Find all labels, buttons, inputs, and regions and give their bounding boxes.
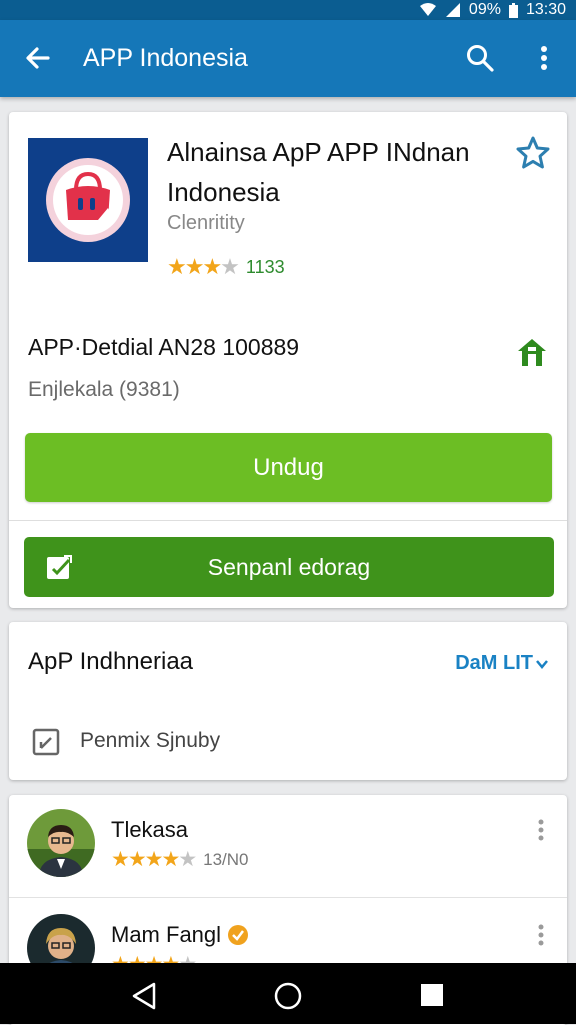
section-title: ApP Indhneriaa — [28, 648, 194, 675]
app-logo — [28, 138, 148, 262]
rating-stars: ★★★★★ — [111, 848, 197, 871]
secondary-action-label: Senpanl edorag — [207, 553, 371, 580]
section-item-label[interactable]: Penmix Sjnuby — [80, 729, 220, 753]
search-icon[interactable] — [464, 42, 496, 74]
app-rating: ★★★★ 1133 — [167, 254, 285, 280]
chevron-down-icon — [536, 659, 548, 669]
section-link-label: DaM LIT — [455, 652, 533, 674]
arrow-left-icon[interactable] — [22, 42, 54, 74]
page-title: APP Indonesia — [83, 44, 248, 72]
shopping-bag-icon — [46, 158, 130, 242]
permission-icon — [32, 728, 60, 756]
battery-percent: 09% — [468, 1, 501, 18]
more-vert-icon[interactable] — [531, 922, 551, 948]
more-vert-icon[interactable] — [528, 42, 560, 74]
system-nav-bar — [0, 963, 576, 1024]
wifi-icon — [419, 3, 436, 16]
download-button[interactable]: Undug — [25, 433, 552, 502]
avatar — [27, 809, 95, 877]
review-item[interactable]: Tlekasa ★★★★★ 13/N0 — [9, 795, 567, 899]
app-detail-sub: Enjlekala (9381) — [28, 378, 180, 401]
section-more-link[interactable]: DaM LIT — [455, 652, 549, 675]
clock: 13:30 — [525, 1, 566, 18]
app-detail-line: APP·Detdial AN28 100889 — [28, 334, 300, 360]
reviewer-name: Mam Fangl — [111, 922, 249, 948]
review-rating: ★★★★★ 13/N0 — [111, 847, 249, 872]
home-icon[interactable] — [514, 334, 550, 370]
rating-count: 1133 — [245, 256, 285, 277]
app-category: Clenritity — [167, 212, 245, 234]
app-name: Alnainsa ApP APP INdnan Indonesia — [167, 137, 470, 207]
reviewer-name: Tlekasa — [111, 817, 188, 843]
nav-back-icon[interactable] — [128, 981, 160, 1011]
app-bar: APP Indonesia — [0, 20, 576, 97]
favorite-star-icon[interactable] — [514, 134, 552, 172]
battery-icon — [508, 2, 518, 18]
signal-icon — [445, 3, 460, 17]
divider — [9, 897, 567, 898]
review-count: 13/N0 — [203, 849, 249, 869]
reviewer-name-text: Mam Fangl — [111, 922, 222, 947]
info-section-card: ApP Indhneriaa DaM LIT Penmix Sjnuby — [9, 622, 567, 780]
nav-recent-icon[interactable] — [419, 982, 445, 1008]
verified-badge-icon — [228, 925, 249, 945]
edit-check-icon — [47, 555, 72, 579]
status-indicators: 09% 13:30 — [419, 0, 566, 20]
app-detail-card: Alnainsa ApP APP INdnan Indonesia Clenri… — [9, 112, 567, 608]
secondary-action-button[interactable]: Senpanl edorag — [24, 537, 554, 597]
rating-stars: ★★★★ — [167, 254, 240, 279]
reviewer-name-text: Tlekasa — [111, 817, 189, 842]
nav-home-icon[interactable] — [272, 980, 304, 1012]
divider — [9, 520, 567, 521]
more-vert-icon[interactable] — [531, 817, 551, 843]
status-bar: 09% 13:30 — [0, 0, 576, 20]
